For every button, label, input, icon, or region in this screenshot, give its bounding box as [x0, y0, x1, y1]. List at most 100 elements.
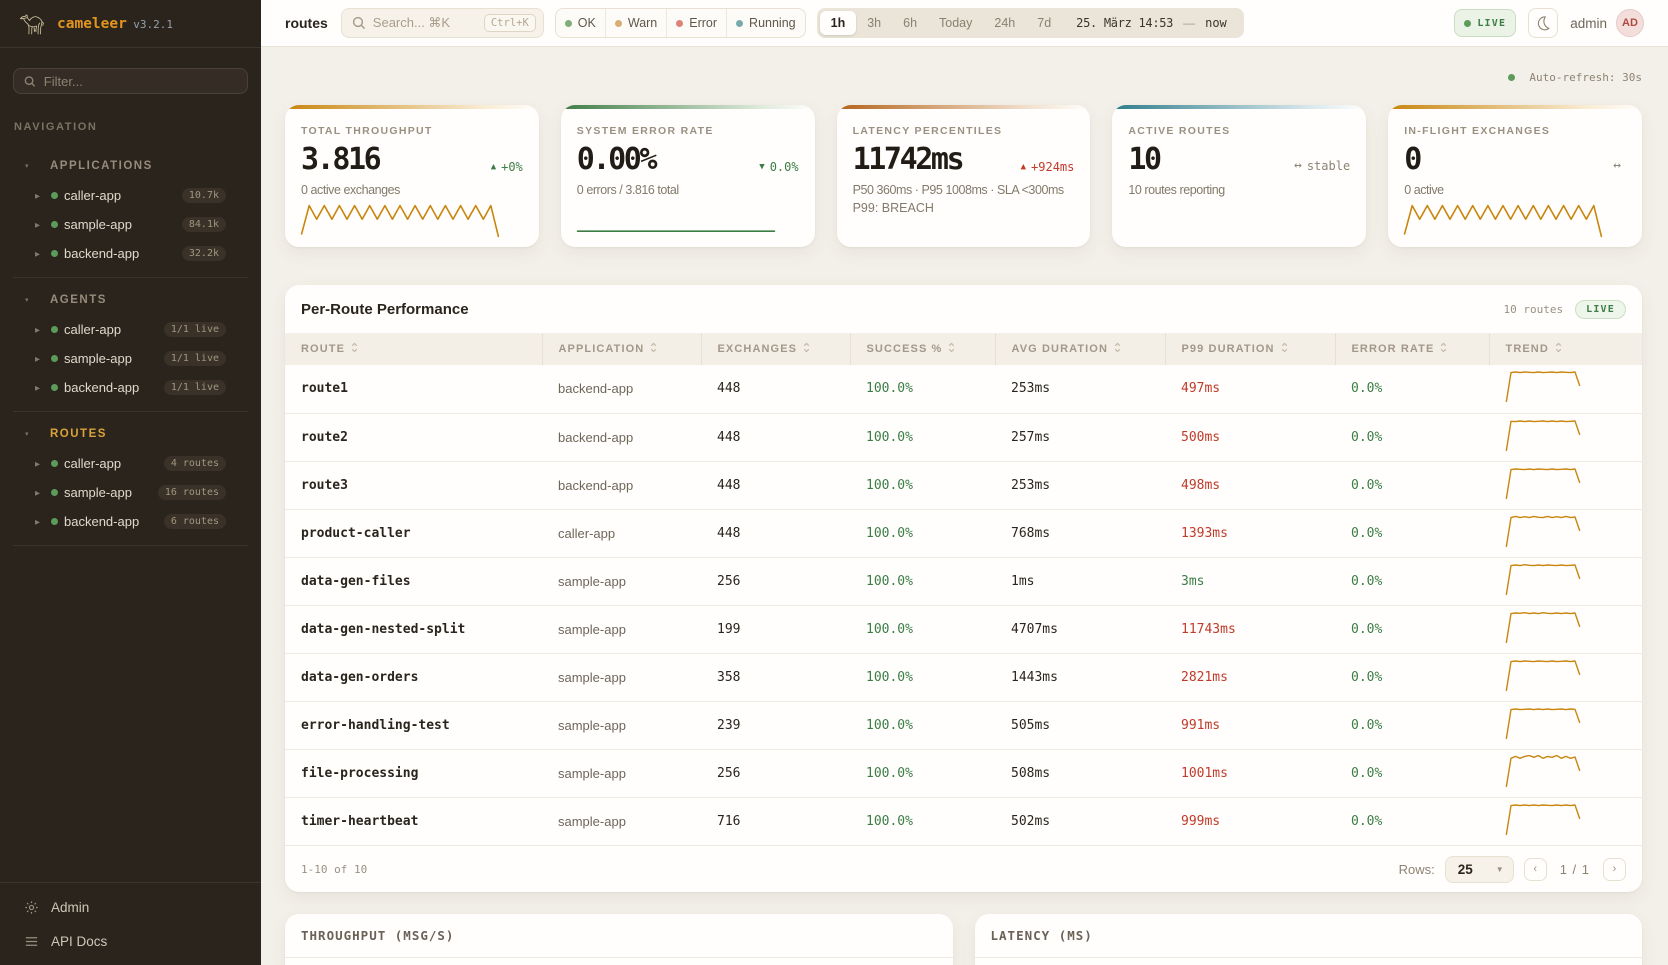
sidebar-item-backend-app[interactable]: ▶ backend-app 1/1 live	[13, 373, 248, 402]
avatar[interactable]: AD	[1616, 9, 1644, 37]
time-range-6h[interactable]: 6h	[892, 11, 928, 35]
sidebar-section-header-routes[interactable]: ▾ ROUTES	[13, 424, 248, 444]
sidebar-item-sample-app[interactable]: ▶ sample-app 1/1 live	[13, 344, 248, 373]
table-row-data-gen-orders[interactable]: data-gen-orders sample-app 358 100.0% 14…	[285, 653, 1642, 701]
per-route-performance-card: Per-Route Performance 10 routes LIVE ROU…	[285, 285, 1642, 892]
next-page-button[interactable]: ›	[1603, 858, 1626, 881]
sidebar-item-backend-app[interactable]: ▶ backend-app 32.2k	[13, 239, 248, 268]
sidebar-item-sample-app[interactable]: ▶ sample-app 16 routes	[13, 478, 248, 507]
kpi-accent-strip	[1112, 105, 1366, 109]
cell-route: error-handling-test	[285, 701, 542, 749]
time-range-3h[interactable]: 3h	[856, 11, 892, 35]
sidebar-filter[interactable]	[13, 68, 248, 94]
cell-avg-duration: 253ms	[995, 365, 1165, 413]
status-filter-ok[interactable]: OK	[556, 9, 605, 37]
cell-avg-duration: 502ms	[995, 797, 1165, 845]
table-row-file-processing[interactable]: file-processing sample-app 256 100.0% 50…	[285, 749, 1642, 797]
moon-icon	[1535, 15, 1551, 31]
sort-icon	[1440, 342, 1447, 356]
kpi-delta: ▲+0%	[491, 160, 523, 174]
cell-trend	[1489, 461, 1642, 509]
kpi-sparkline	[576, 204, 776, 238]
time-range-group: 1h3h6hToday24h7d25. März 14:53 — now	[817, 8, 1244, 38]
cell-trend	[1489, 365, 1642, 413]
theme-toggle-button[interactable]	[1528, 8, 1558, 38]
sparkline	[1505, 611, 1581, 645]
topbar-right: LIVE admin AD	[1454, 8, 1644, 38]
routes-count: 10 routes	[1504, 303, 1564, 316]
table-row-route1[interactable]: route1 backend-app 448 100.0% 253ms 497m…	[285, 365, 1642, 413]
cell-p99-duration: 1393ms	[1165, 509, 1335, 557]
column-header-route[interactable]: ROUTE	[285, 333, 542, 365]
cell-error-rate: 0.0%	[1335, 413, 1489, 461]
table-row-data-gen-nested-split[interactable]: data-gen-nested-split sample-app 199 100…	[285, 605, 1642, 653]
sparkline	[1505, 707, 1581, 741]
sidebar-footer-admin[interactable]: Admin	[13, 890, 248, 924]
status-filter-running[interactable]: Running	[726, 9, 805, 37]
delta-arrow-icon: ▲	[1021, 162, 1026, 172]
sidebar-item-caller-app[interactable]: ▶ caller-app 10.7k	[13, 181, 248, 210]
column-header-trend[interactable]: TREND	[1489, 333, 1642, 365]
column-header-application[interactable]: APPLICATION	[542, 333, 701, 365]
cell-route: data-gen-orders	[285, 653, 542, 701]
topbar: routes Search... ⌘K Ctrl+K OK Warn Error…	[261, 0, 1668, 47]
kpi-label: SYSTEM ERROR RATE	[577, 125, 799, 137]
sidebar-item-backend-app[interactable]: ▶ backend-app 6 routes	[13, 507, 248, 536]
cell-application: backend-app	[542, 413, 701, 461]
sidebar-filter-input[interactable]	[44, 74, 237, 89]
column-label: ERROR RATE	[1352, 343, 1435, 355]
chart-title: LATENCY (MS)	[991, 928, 1093, 943]
cell-error-rate: 0.0%	[1335, 365, 1489, 413]
sparkline	[300, 204, 500, 238]
live-indicator[interactable]: LIVE	[1454, 9, 1516, 37]
time-from: 25. März 14:53	[1062, 16, 1181, 30]
cell-success: 100.0%	[850, 413, 995, 461]
table-row-timer-heartbeat[interactable]: timer-heartbeat sample-app 716 100.0% 50…	[285, 797, 1642, 845]
section-title: APPLICATIONS	[50, 160, 153, 172]
status-filter-warn[interactable]: Warn	[605, 9, 666, 37]
column-header-p99-duration[interactable]: P99 DURATION	[1165, 333, 1335, 365]
time-range-7d[interactable]: 7d	[1026, 11, 1062, 35]
cell-application: sample-app	[542, 557, 701, 605]
sidebar-item-caller-app[interactable]: ▶ caller-app 1/1 live	[13, 315, 248, 344]
kpi-subtext: 0 errors / 3.816 total	[577, 183, 799, 197]
prev-page-button[interactable]: ‹	[1524, 858, 1547, 881]
sidebar-section-header-applications[interactable]: ▾ APPLICATIONS	[13, 156, 248, 176]
global-search[interactable]: Search... ⌘K Ctrl+K	[341, 8, 544, 38]
status-filter-error[interactable]: Error	[666, 9, 726, 37]
cell-application: sample-app	[542, 605, 701, 653]
table-row-product-caller[interactable]: product-caller caller-app 448 100.0% 768…	[285, 509, 1642, 557]
kpi-label: IN-FLIGHT EXCHANGES	[1404, 125, 1626, 137]
search-shortcut-kbd: Ctrl+K	[484, 14, 536, 32]
table-row-route2[interactable]: route2 backend-app 448 100.0% 257ms 500m…	[285, 413, 1642, 461]
sidebar-footer-api-docs[interactable]: API Docs	[13, 924, 248, 958]
time-range-24h[interactable]: 24h	[983, 11, 1026, 35]
chevron-down-icon: ▾	[25, 296, 50, 304]
rows-per-page-select[interactable]: 25 ▼	[1445, 856, 1514, 883]
kpi-card-active-routes: ACTIVE ROUTES 10 ↔stable 10 routes repor…	[1112, 105, 1366, 247]
sort-icon	[351, 342, 358, 356]
nav-label: NAVIGATION	[14, 121, 247, 133]
sidebar-section-header-agents[interactable]: ▾ AGENTS	[13, 290, 248, 310]
item-badge: 84.1k	[182, 217, 226, 232]
status-label: Running	[749, 16, 796, 30]
time-range-today[interactable]: Today	[928, 11, 983, 35]
cell-success: 100.0%	[850, 461, 995, 509]
kpi-delta: ↔stable	[1294, 158, 1350, 173]
column-label: EXCHANGES	[718, 343, 798, 355]
column-header-avg-duration[interactable]: AVG DURATION	[995, 333, 1165, 365]
search-icon	[24, 75, 36, 88]
time-range-1h[interactable]: 1h	[820, 11, 857, 35]
table-row-route3[interactable]: route3 backend-app 448 100.0% 253ms 498m…	[285, 461, 1642, 509]
time-to[interactable]: now	[1197, 16, 1241, 30]
table-row-data-gen-files[interactable]: data-gen-files sample-app 256 100.0% 1ms…	[285, 557, 1642, 605]
sidebar-item-caller-app[interactable]: ▶ caller-app 4 routes	[13, 449, 248, 478]
cell-error-rate: 0.0%	[1335, 461, 1489, 509]
column-header-success-[interactable]: SUCCESS %	[850, 333, 995, 365]
column-header-error-rate[interactable]: ERROR RATE	[1335, 333, 1489, 365]
column-header-exchanges[interactable]: EXCHANGES	[701, 333, 850, 365]
app-name: cameleer	[57, 16, 127, 32]
sidebar-section-applications: ▾ APPLICATIONS ▶ caller-app 10.7k ▶ samp…	[13, 144, 248, 278]
table-row-error-handling-test[interactable]: error-handling-test sample-app 239 100.0…	[285, 701, 1642, 749]
sidebar-item-sample-app[interactable]: ▶ sample-app 84.1k	[13, 210, 248, 239]
